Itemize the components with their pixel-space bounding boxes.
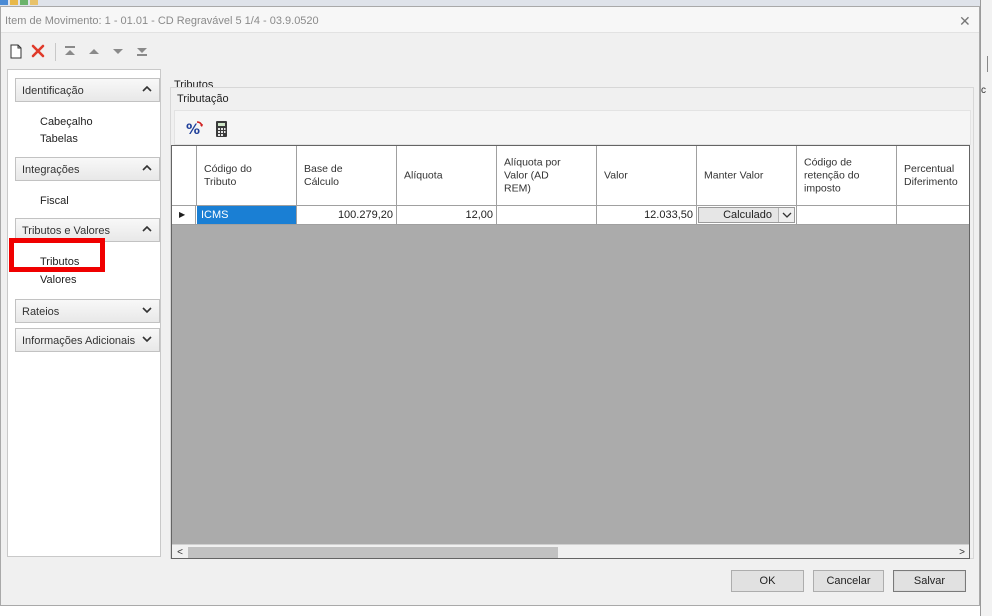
cell-aliquota[interactable]: 12,00 bbox=[397, 206, 497, 224]
column-header-label: Código do Tributo bbox=[204, 162, 252, 188]
close-button[interactable]: ✕ bbox=[959, 14, 973, 28]
percent-icon[interactable]: % bbox=[185, 119, 205, 139]
tributos-content: Tributos Tributação % Código do Tributo … bbox=[168, 77, 976, 559]
column-header[interactable]: Percentual Diferimento bbox=[897, 146, 969, 206]
highlight-box bbox=[9, 238, 105, 272]
cell-manter-valor[interactable]: Calculado bbox=[697, 206, 797, 224]
background-fragment-text: c bbox=[981, 85, 986, 96]
new-icon[interactable] bbox=[7, 41, 25, 61]
window-title: Item de Movimento: 1 - 01.01 - CD Regrav… bbox=[5, 15, 319, 27]
column-header[interactable]: Valor bbox=[597, 146, 697, 206]
select-value: Calculado bbox=[723, 209, 772, 221]
chevron-up-icon[interactable] bbox=[141, 161, 153, 175]
chevron-down-icon[interactable] bbox=[141, 332, 153, 346]
background-app-edge: c bbox=[980, 0, 992, 616]
scroll-thumb[interactable] bbox=[188, 547, 558, 558]
cell-valor[interactable]: 12.033,50 bbox=[597, 206, 697, 224]
column-header-label: Manter Valor bbox=[704, 169, 764, 181]
cell-aliquota-ad-rem[interactable] bbox=[497, 206, 597, 224]
delete-icon[interactable] bbox=[29, 41, 47, 61]
item-movimento-dialog: Item de Movimento: 1 - 01.01 - CD Regrav… bbox=[0, 6, 980, 606]
group-rateios[interactable]: Rateios bbox=[15, 299, 160, 323]
tributos-grid: Código do Tributo Base de Cálculo Alíquo… bbox=[171, 145, 970, 559]
column-header[interactable]: Manter Valor bbox=[697, 146, 797, 206]
move-last-icon[interactable] bbox=[133, 41, 151, 61]
chevron-down-icon[interactable] bbox=[141, 303, 153, 317]
record-toolbar bbox=[7, 41, 207, 63]
nav-item-tabelas[interactable]: Tabelas bbox=[40, 133, 78, 145]
move-up-icon[interactable] bbox=[85, 41, 103, 61]
save-button[interactable]: Salvar bbox=[893, 570, 966, 592]
group-label: Informações Adicionais bbox=[22, 335, 136, 347]
cell-percentual-diferimento[interactable] bbox=[897, 206, 969, 224]
group-label: Identificação bbox=[22, 85, 84, 97]
column-header-label: Base de Cálculo bbox=[304, 162, 343, 188]
move-down-icon[interactable] bbox=[109, 41, 127, 61]
column-header[interactable]: Código de retenção do imposto bbox=[797, 146, 897, 206]
group-identificacao[interactable]: Identificação bbox=[15, 78, 160, 102]
group-label: Integrações bbox=[22, 164, 80, 176]
move-first-icon[interactable] bbox=[61, 41, 79, 61]
toolbar-separator bbox=[55, 43, 56, 61]
cell-codigo-tributo[interactable]: ICMS bbox=[197, 206, 297, 224]
column-header-label: Alíquota bbox=[404, 169, 443, 181]
nav-item-fiscal[interactable]: Fiscal bbox=[40, 195, 69, 207]
grid-header-row: Código do Tributo Base de Cálculo Alíquo… bbox=[172, 146, 969, 206]
calculator-icon[interactable] bbox=[212, 119, 232, 139]
row-pointer-icon: ▶ bbox=[179, 210, 186, 219]
grid-toolbar: % bbox=[174, 110, 971, 145]
column-header[interactable]: Base de Cálculo bbox=[297, 146, 397, 206]
row-selector-header bbox=[172, 146, 197, 206]
group-label: Rateios bbox=[22, 306, 60, 318]
tributacao-fieldset: Tributação % Código do Tributo Base de C… bbox=[170, 87, 974, 559]
row-indicator[interactable]: ▶ bbox=[172, 206, 196, 224]
column-header[interactable]: Código do Tributo bbox=[197, 146, 297, 206]
scroll-right-button[interactable]: > bbox=[954, 545, 969, 558]
column-header-label: Alíquota por Valor (AD REM) bbox=[504, 156, 561, 194]
cancel-button[interactable]: Cancelar bbox=[813, 570, 884, 592]
background-fragment bbox=[987, 56, 992, 72]
column-header-label: Código de retenção do imposto bbox=[804, 156, 860, 194]
column-header[interactable]: Alíquota por Valor (AD REM) bbox=[497, 146, 597, 206]
manter-valor-select[interactable]: Calculado bbox=[698, 207, 795, 223]
title-bar: Item de Movimento: 1 - 01.01 - CD Regrav… bbox=[1, 7, 979, 33]
column-header-label: Valor bbox=[604, 169, 628, 181]
scroll-left-button[interactable]: < bbox=[172, 545, 188, 558]
chevron-up-icon[interactable] bbox=[141, 82, 153, 96]
group-informacoes-adicionais[interactable]: Informações Adicionais bbox=[15, 328, 160, 352]
ok-button[interactable]: OK bbox=[731, 570, 804, 592]
table-row[interactable]: ▶ ICMS 100.279,20 12,00 12.033,50 Calcul… bbox=[172, 206, 969, 225]
group-label: Tributos e Valores bbox=[22, 225, 111, 237]
column-header[interactable]: Alíquota bbox=[397, 146, 497, 206]
horizontal-scrollbar[interactable]: < > bbox=[172, 544, 969, 558]
column-header-label: Percentual Diferimento bbox=[904, 162, 958, 188]
svg-text:%: % bbox=[186, 122, 200, 138]
chevron-up-icon[interactable] bbox=[141, 222, 153, 236]
fieldset-title: Tributação bbox=[177, 93, 231, 105]
group-integracoes[interactable]: Integrações bbox=[15, 157, 160, 181]
chevron-down-icon[interactable] bbox=[778, 208, 794, 222]
nav-item-valores[interactable]: Valores bbox=[40, 274, 76, 286]
cell-codigo-retencao[interactable] bbox=[797, 206, 897, 224]
cell-base-calculo[interactable]: 100.279,20 bbox=[297, 206, 397, 224]
navigation-panel: Identificação Cabeçalho Tabelas Integraç… bbox=[7, 69, 161, 557]
nav-item-cabecalho[interactable]: Cabeçalho bbox=[40, 116, 93, 128]
